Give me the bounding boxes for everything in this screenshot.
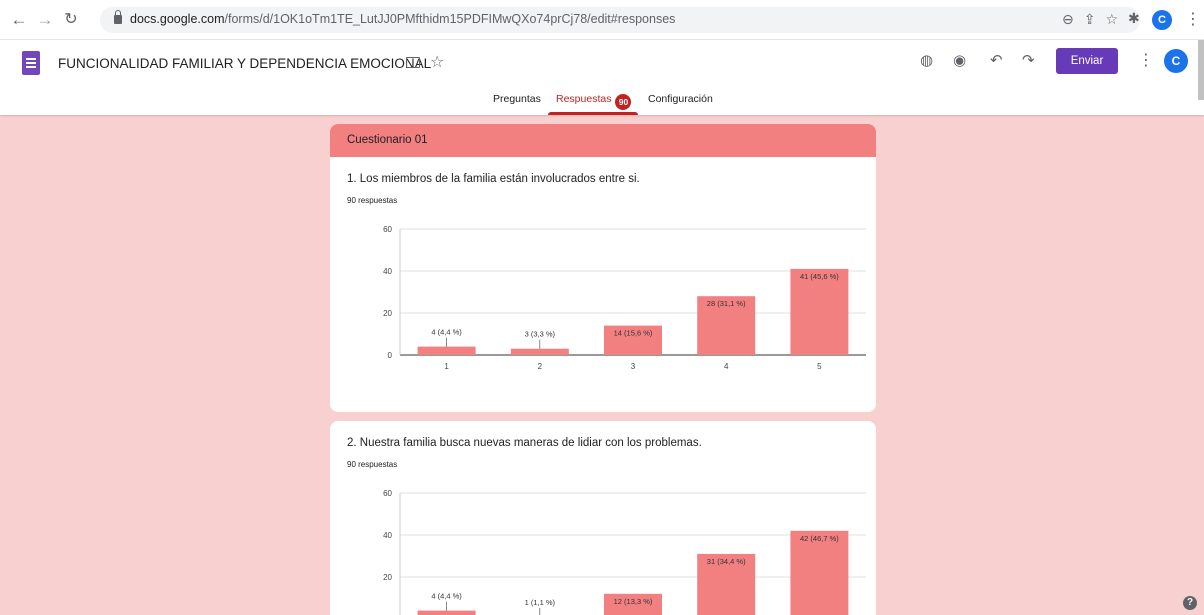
- back-arrow-icon[interactable]: ←: [8, 9, 30, 31]
- x-tick-label: 4: [724, 362, 729, 371]
- browser-menu-icon[interactable]: ⋮: [1185, 9, 1201, 29]
- chart-bar[interactable]: [790, 268, 849, 355]
- data-label: 41 (45,6 %): [800, 272, 839, 281]
- tab-preguntas[interactable]: Preguntas: [493, 93, 541, 105]
- y-tick-label: 20: [383, 309, 392, 318]
- browser-toolbar: ← → ↻ docs.google.com/forms/d/1OK1oTm1TE…: [0, 0, 1204, 40]
- chart-bar[interactable]: [790, 530, 849, 615]
- palette-icon[interactable]: ◍: [920, 51, 933, 69]
- address-bar[interactable]: docs.google.com/forms/d/1OK1oTm1TE_LutJJ…: [100, 7, 1140, 33]
- data-label: 4 (4,4 %): [431, 328, 462, 337]
- question-title: 1. Los miembros de la familia están invo…: [347, 173, 640, 185]
- question-title: 2. Nuestra familia busca nuevas maneras …: [347, 437, 702, 449]
- bar-chart-question-2: 02040604 (4,4 %)11 (1,1 %)212 (13,3 %)33…: [383, 489, 866, 615]
- chart-bar[interactable]: [417, 346, 476, 355]
- question-card-1: Cuestionario 01 1. Los miembros de la fa…: [330, 124, 876, 412]
- form-title[interactable]: FUNCIONALIDAD FAMILIAR Y DEPENDENCIA EMO…: [58, 56, 431, 71]
- x-tick-label: 3: [631, 362, 636, 371]
- y-tick-label: 60: [383, 225, 392, 234]
- lock-icon: [114, 10, 122, 24]
- scrollbar-thumb[interactable]: [1198, 40, 1204, 100]
- tab-configuracion[interactable]: Configuración: [648, 93, 713, 105]
- data-label: 42 (46,7 %): [800, 534, 839, 543]
- data-label: 12 (13,3 %): [614, 597, 653, 606]
- preview-eye-icon[interactable]: ◉: [953, 51, 966, 69]
- forms-logo-icon[interactable]: [22, 51, 40, 75]
- responses-count-badge: 90: [615, 94, 632, 110]
- y-tick-label: 60: [383, 489, 392, 498]
- section-title: Cuestionario 01: [330, 124, 876, 157]
- response-count: 90 respuestas: [347, 196, 398, 205]
- forms-header: FUNCIONALIDAD FAMILIAR Y DEPENDENCIA EMO…: [0, 40, 1204, 115]
- y-tick-label: 20: [383, 573, 392, 582]
- send-button[interactable]: Enviar: [1056, 48, 1118, 74]
- reload-icon[interactable]: ↻: [60, 9, 82, 31]
- bar-chart-question-1: 0 20 40 60 4 (4,4 %) 1 3 (3,3 %) 2 14 (15,6 %) 3 2…: [383, 225, 866, 371]
- star-icon[interactable]: ☆: [430, 52, 444, 72]
- active-tab-indicator: [548, 112, 638, 115]
- x-tick-label: 5: [817, 362, 822, 371]
- data-label: 1 (1,1 %): [525, 598, 556, 607]
- data-label: 4 (4,4 %): [431, 592, 462, 601]
- x-tick-label: 2: [538, 362, 543, 371]
- tab-respuestas[interactable]: Respuestas 90: [556, 93, 632, 110]
- folder-icon[interactable]: [406, 57, 420, 68]
- form-tabs: Preguntas Respuestas 90 Configuración: [0, 92, 1204, 115]
- y-tick-label: 40: [383, 267, 392, 276]
- browser-profile-avatar[interactable]: C: [1152, 10, 1172, 30]
- data-label: 14 (15,6 %): [614, 329, 653, 338]
- help-icon[interactable]: ?: [1183, 596, 1197, 610]
- forward-arrow-icon[interactable]: →: [34, 9, 56, 31]
- more-options-icon[interactable]: ⋮: [1138, 50, 1154, 70]
- extensions-icon[interactable]: ✱: [1128, 10, 1140, 27]
- x-tick-label: 1: [444, 362, 449, 371]
- data-label: 28 (31,1 %): [707, 299, 746, 308]
- response-count: 90 respuestas: [347, 460, 398, 469]
- zoom-share-bookmark-icons[interactable]: ⊖⇪☆: [1062, 11, 1128, 28]
- url-text: docs.google.com/forms/d/1OK1oTm1TE_LutJJ…: [130, 12, 676, 26]
- data-label: 3 (3,3 %): [525, 330, 556, 339]
- question-card-2: 2. Nuestra familia busca nuevas maneras …: [330, 421, 876, 615]
- chart-bar[interactable]: [510, 348, 569, 355]
- data-label: 31 (34,4 %): [707, 557, 746, 566]
- chart-bar[interactable]: [417, 610, 476, 615]
- y-tick-label: 40: [383, 531, 392, 540]
- redo-icon[interactable]: ↷: [1022, 51, 1035, 69]
- user-avatar[interactable]: C: [1164, 49, 1188, 73]
- undo-icon[interactable]: ↶: [990, 51, 1003, 69]
- y-tick-label: 0: [388, 351, 393, 360]
